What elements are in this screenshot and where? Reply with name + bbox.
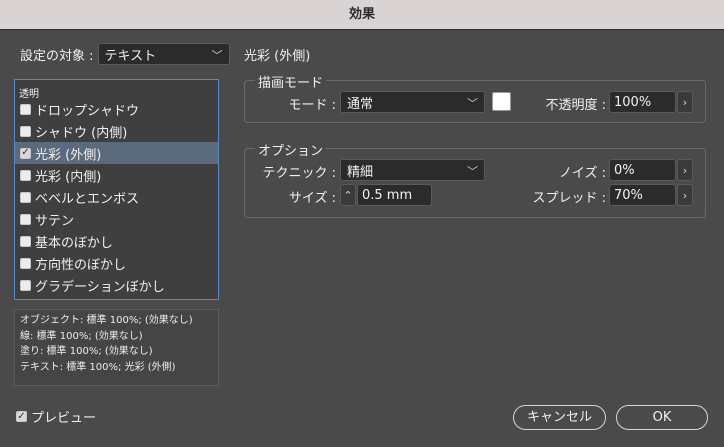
ok-button[interactable]: OK <box>616 405 708 430</box>
effect-item-gradient-feather[interactable]: グラデーションぼかし <box>15 274 218 296</box>
window-title: 効果 <box>0 0 724 30</box>
summary-line: オブジェクト: 標準 100%; (効果なし) <box>20 315 193 326</box>
checkbox-icon[interactable] <box>20 169 31 181</box>
effect-item-label: 基本のぼかし <box>35 235 114 251</box>
effects-list: 透明 ドロップシャドウ シャドウ (内側) ✓ 光彩 (外側) 光彩 (内側) ベ… <box>14 79 219 300</box>
mode-select-value: 通常 <box>347 96 374 112</box>
preview-toggle[interactable]: ✓ プレビュー <box>16 407 96 426</box>
effect-item-label: ドロップシャドウ <box>35 103 140 119</box>
summary-line: 塗り: 標準 100%; (効果なし) <box>20 346 153 357</box>
checkbox-icon[interactable] <box>20 235 31 247</box>
spread-field[interactable]: 70% <box>609 184 676 206</box>
noise-field[interactable]: 0% <box>609 159 676 181</box>
section-heading: 光彩 (外側) <box>244 49 311 64</box>
effect-item-bevel-emboss[interactable]: ベベルとエンボス <box>15 186 218 208</box>
effect-item-outer-glow[interactable]: ✓ 光彩 (外側) <box>15 142 218 164</box>
effect-item-label: 方向性のぼかし <box>35 257 127 273</box>
effect-item-label: ベベルとエンボス <box>35 191 140 207</box>
effects-list-title: 透明 <box>19 89 39 100</box>
summary-line: テキスト: 標準 100%; 光彩 (外側) <box>20 361 176 373</box>
checkbox-icon[interactable] <box>20 257 31 269</box>
effect-item-label: 光彩 (内側) <box>35 169 102 185</box>
effect-item-basic-feather[interactable]: 基本のぼかし <box>15 230 218 252</box>
effect-item-inner-glow[interactable]: 光彩 (内側) <box>15 164 218 186</box>
blend-mode-title: 描画モード <box>255 72 327 91</box>
technique-select[interactable]: 精細 ﹀ <box>340 159 485 181</box>
effect-item-satin[interactable]: サテン <box>15 208 218 230</box>
checkbox-icon[interactable] <box>20 191 31 203</box>
target-select-value: テキスト <box>104 48 157 64</box>
target-select[interactable]: テキスト ﹀ <box>97 43 230 65</box>
checkbox-icon[interactable] <box>20 279 31 291</box>
mode-label: モード : <box>288 98 336 113</box>
spread-label: スプレッド : <box>532 191 606 206</box>
checkbox-icon[interactable] <box>20 213 31 225</box>
effect-item-directional-feather[interactable]: 方向性のぼかし <box>15 252 218 274</box>
target-row: 設定の対象 : テキスト ﹀ <box>20 43 230 65</box>
chevron-down-icon: ﹀ <box>467 97 478 110</box>
effect-item-inner-shadow[interactable]: シャドウ (内側) <box>15 120 218 142</box>
chevron-down-icon: ﹀ <box>211 49 223 62</box>
effect-item-drop-shadow[interactable]: ドロップシャドウ <box>15 98 218 120</box>
noise-label: ノイズ : <box>558 166 606 181</box>
preview-label: プレビュー <box>31 411 97 426</box>
glow-color-swatch[interactable] <box>492 92 511 111</box>
effect-item-label: サテン <box>35 213 75 229</box>
checkmark-icon[interactable]: ✓ <box>20 147 31 159</box>
target-label: 設定の対象 : <box>20 48 94 64</box>
mode-select[interactable]: 通常 ﹀ <box>340 91 485 113</box>
chevron-right-icon[interactable]: › <box>677 159 693 181</box>
effect-item-label: 光彩 (外側) <box>35 147 102 163</box>
technique-select-value: 精細 <box>347 164 374 180</box>
options-title: オプション <box>255 140 327 159</box>
size-label: サイズ : <box>288 191 336 206</box>
checkmark-icon[interactable]: ✓ <box>16 411 27 422</box>
technique-label: テクニック : <box>262 166 336 181</box>
chevron-right-icon[interactable]: › <box>677 184 693 206</box>
opacity-label: 不透明度 : <box>545 98 606 113</box>
opacity-field[interactable]: 100% <box>609 91 676 113</box>
summary-line: 線: 標準 100%; (効果なし) <box>20 330 143 342</box>
effect-item-label: シャドウ (内側) <box>35 125 128 141</box>
checkbox-icon[interactable] <box>20 125 31 137</box>
checkbox-icon[interactable] <box>20 103 31 115</box>
effects-summary: オブジェクト: 標準 100%; (効果なし) 線: 標準 100%; (効果な… <box>14 309 219 386</box>
size-field[interactable]: 0.5 mm <box>357 184 432 206</box>
chevron-right-icon[interactable]: › <box>677 91 693 113</box>
up-down-stepper-icon[interactable]: ⌃ <box>340 184 356 206</box>
effect-item-label: グラデーションぼかし <box>35 279 165 295</box>
cancel-button[interactable]: キャンセル <box>513 405 606 430</box>
chevron-down-icon: ﹀ <box>467 165 478 178</box>
